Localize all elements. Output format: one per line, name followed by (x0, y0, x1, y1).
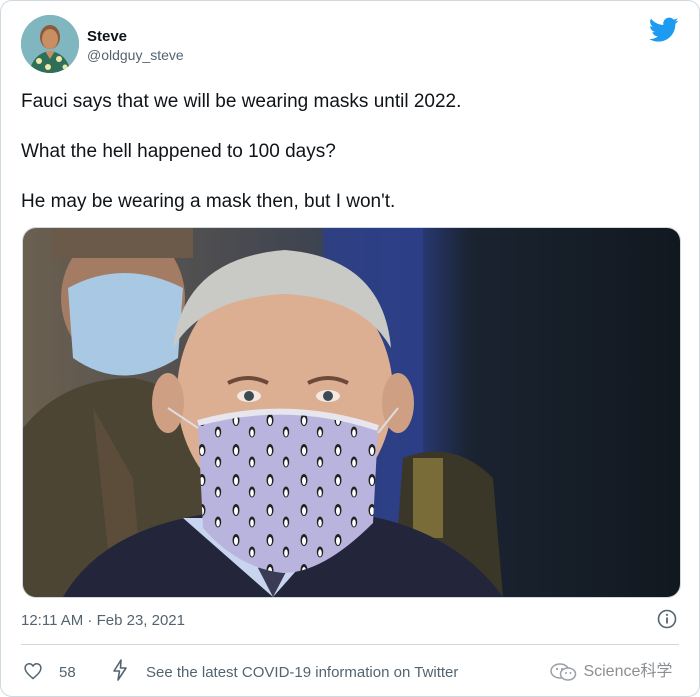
tweet-timestamp[interactable]: 12:11 AM · Feb 23, 2021 (21, 612, 185, 629)
tweet-photo[interactable] (22, 227, 681, 598)
watermark: Science科学 (549, 657, 672, 681)
user-handle[interactable]: @oldguy_steve (87, 47, 184, 63)
covid-info-link[interactable]: See the latest COVID-19 information on T… (146, 664, 458, 681)
like-count[interactable]: 58 (59, 664, 76, 681)
user-display-name[interactable]: Steve (87, 28, 127, 45)
watermark-text: Science科学 (583, 663, 673, 680)
tweet-line: What the hell happened to 100 days? (21, 141, 336, 162)
wechat-icon (550, 663, 577, 681)
avatar-sims-character (21, 15, 79, 73)
tweet-card: Steve @oldguy_steve Fauci says that we w… (0, 0, 700, 697)
twitter-bird-icon[interactable] (649, 17, 679, 43)
heart-icon[interactable] (23, 661, 43, 681)
user-avatar[interactable] (21, 15, 79, 73)
info-icon[interactable] (657, 609, 677, 629)
tweet-line: Fauci says that we will be wearing masks… (21, 91, 462, 112)
tweet-line: He may be wearing a mask then, but I won… (21, 191, 396, 212)
photo-fauci-penguin-mask (23, 228, 680, 597)
tweet-text: Fauci says that we will be wearing masks… (21, 89, 661, 239)
lightning-bolt-icon (113, 659, 127, 681)
divider (21, 644, 679, 645)
